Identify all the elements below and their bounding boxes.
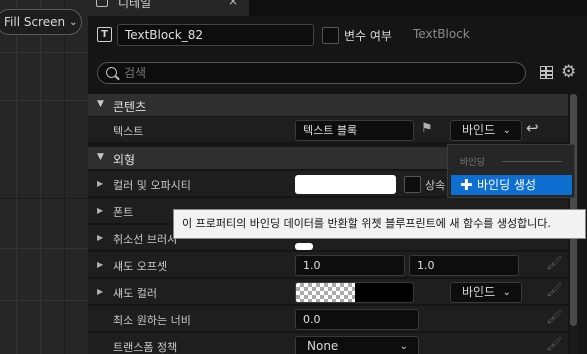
chevron-down-icon: ⌄ [69,16,78,28]
plus-icon: ✚ [460,176,473,194]
text-type-icon: T [97,27,112,42]
search-input[interactable] [124,63,519,83]
expand-icon[interactable]: ▶ [97,260,103,269]
section-label: 콘텐츠 [113,100,147,114]
search-box[interactable] [97,62,526,84]
inherit-label: 상속 [425,179,446,192]
chevron-down-icon: ⌄ [502,125,511,136]
menu-section-header: 바인딩 [460,158,485,168]
tab-details[interactable]: 디테일 × [88,0,250,16]
menu-divider [502,161,562,162]
widget-header: T TextBlock_82 변수 여부 TextBlock [88,20,587,50]
tooltip-text: 이 프로퍼티의 바인딩 데이터를 반환할 위젯 블루프린트에 새 함수를 생성합… [182,217,551,230]
is-variable-checkbox[interactable] [322,27,339,44]
shadow-offset-y-input[interactable]: 1.0 [409,255,519,276]
search-row: ⚙ [88,58,587,88]
tab-title: 디테일 [118,0,152,10]
prop-row-shadow-color: ▶ 섀도 컬러 바인드 ⌄ 🖌 [88,279,568,305]
localization-flag-icon[interactable]: ⚑ [421,121,433,136]
transform-policy-dropdown[interactable]: None ⌄ [295,336,419,354]
section-content[interactable]: ▼ 콘텐츠 [88,94,568,116]
close-icon[interactable]: × [228,0,238,8]
grid-line [0,248,88,249]
text-bind-button[interactable]: 바인드 ⌄ [450,120,522,141]
swatch-opaque-part [355,283,413,302]
prop-label: 텍스트 [113,125,144,138]
collapse-icon: ▼ [97,152,104,162]
grid-line [0,198,88,199]
widget-class-label: TextBlock [413,27,470,41]
prop-label: 컬러 및 오파시티 [113,179,191,192]
prop-row-min-desired-width: 최소 원하는 너비 0.0 🖌 [88,306,568,332]
prop-row-shadow-offset: ▶ 섀도 오프셋 1.0 1.0 🖌 [88,252,568,278]
expand-icon[interactable]: ▶ [97,179,103,188]
prop-label: 취소선 브러시 [113,233,178,246]
search-icon [106,67,117,78]
fill-screen-dropdown[interactable]: Fill Screen ⌄ [0,9,82,35]
table-view-icon[interactable] [540,66,553,79]
prop-row-transform-policy: 트랜스폼 정책 None ⌄ 🖌 [88,333,568,354]
reset-icon[interactable]: ↩ [526,119,539,137]
min-width-input[interactable]: 0.0 [295,309,419,330]
text-value-input[interactable]: 텍스트 블록 [295,120,414,141]
prop-label: 최소 원하는 너비 [113,314,191,327]
paint-brush-icon[interactable]: 🖌 [546,310,563,325]
color-swatch[interactable] [295,175,396,194]
gear-icon[interactable]: ⚙ [561,62,576,82]
tab-bar: 디테일 × [88,0,587,16]
grid-line [0,52,88,53]
bind-label: 바인드 [462,123,496,137]
paint-brush-icon[interactable]: 🖌 [546,256,563,271]
widget-name-input[interactable]: TextBlock_82 [117,24,314,46]
collapse-icon: ▼ [97,99,104,109]
strike-color-swatch[interactable] [295,243,313,250]
section-label: 외형 [113,153,136,167]
prop-label: 섀도 오프셋 [113,260,168,273]
designer-viewport[interactable]: Fill Screen ⌄ [0,0,88,354]
paint-brush-icon[interactable]: 🖌 [546,283,563,298]
bind-label: 바인드 [462,285,496,299]
chevron-down-icon: ⌄ [399,341,408,352]
grid-line [0,100,88,101]
prop-label: 폰트 [113,206,134,219]
prop-label: 섀도 컬러 [113,287,157,300]
details-icon [96,0,108,7]
fill-screen-label: Fill Screen [4,15,66,29]
create-binding-item[interactable]: ✚ 바인딩 생성 [451,175,572,195]
paint-brush-icon[interactable]: 🖌 [546,337,563,352]
prop-row-text: 텍스트 텍스트 블록 ⚑ 바인드 ⌄ ↩ [88,117,568,143]
binding-menu: 바인딩 ✚ 바인딩 생성 [447,144,575,198]
prop-label: 트랜스폼 정책 [113,341,178,354]
inherit-checkbox[interactable] [404,176,421,193]
expand-icon[interactable]: ▶ [97,233,103,242]
shadow-offset-x-input[interactable]: 1.0 [295,255,405,276]
tooltip: 이 프로퍼티의 바인딩 데이터를 반환할 위젯 블루프린트에 새 함수를 생성합… [173,209,586,239]
shadow-color-swatch[interactable] [295,282,414,303]
grid-line [0,300,88,301]
chevron-down-icon: ⌄ [502,287,511,298]
transform-policy-value: None [307,339,339,353]
expand-icon[interactable]: ▶ [97,287,103,296]
create-binding-label: 바인딩 생성 [477,178,537,192]
shadow-color-bind-button[interactable]: 바인드 ⌄ [450,282,522,303]
is-variable-label: 변수 여부 [344,29,392,43]
expand-icon[interactable]: ▶ [97,206,103,215]
